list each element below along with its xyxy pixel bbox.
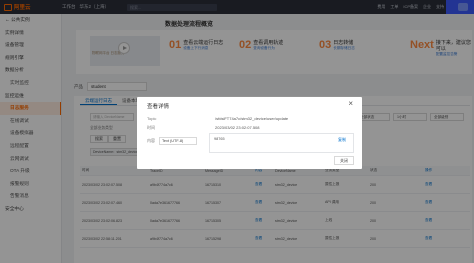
encoding-select[interactable]: Text (UTF-8)	[159, 137, 197, 145]
time-label: 时间	[147, 125, 155, 130]
topic-value: /sfdsiFT74a7c/stm32_device/user/update	[215, 116, 289, 121]
close-icon[interactable]: ×	[348, 100, 353, 108]
copy-button[interactable]: 复制	[338, 137, 346, 143]
modal-title: 查看详情	[147, 104, 170, 110]
detail-modal: 查看详情 × Topic /sfdsiFT74a7c/stm32_device/…	[137, 97, 362, 169]
time-value: 2023/03/02 23:02:07.508	[215, 125, 260, 130]
content-value: 98765	[214, 137, 225, 141]
close-button[interactable]: 关闭	[334, 156, 354, 165]
topic-label: Topic	[147, 116, 157, 121]
content-label: 内容	[147, 138, 155, 143]
content-box: 98765 复制	[209, 133, 354, 153]
